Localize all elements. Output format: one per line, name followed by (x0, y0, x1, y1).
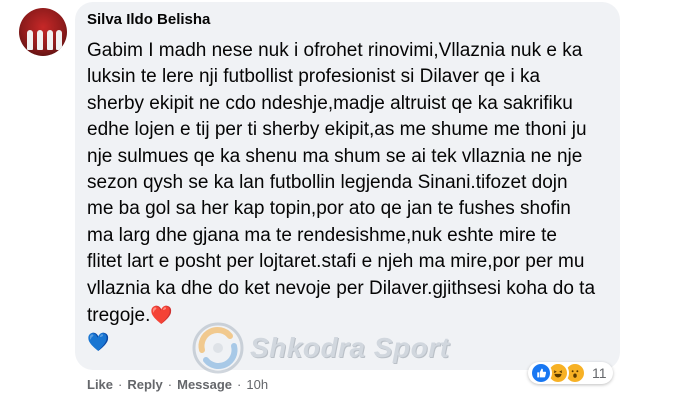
like-link[interactable]: Like (87, 377, 113, 392)
comment-actions: Like · Reply · Message · 10h (87, 377, 268, 392)
avatar[interactable] (19, 8, 67, 56)
comment-timestamp[interactable]: 10h (246, 377, 268, 392)
separator: · (237, 377, 242, 392)
comment-body: Gabim I madh nese nuk i ofrohet rinovimi… (87, 40, 596, 327)
red-heart-emoji: ❤️ (150, 305, 173, 326)
avatar-figure (37, 30, 43, 50)
watermark-text: Shkodra Sport (250, 332, 450, 363)
separator: · (118, 377, 123, 392)
avatar-figure (47, 30, 53, 50)
separator: · (167, 377, 173, 392)
reply-link[interactable]: Reply (127, 377, 162, 392)
blue-heart-emoji: 💙 (87, 332, 110, 353)
message-link[interactable]: Message (177, 377, 232, 392)
avatar-figure (27, 30, 33, 50)
comment-author[interactable]: Silva Ildo Belisha (87, 11, 210, 28)
comment-text: Gabim I madh nese nuk i ofrohet rinovimi… (87, 38, 597, 357)
reaction-summary[interactable]: 11 (528, 362, 613, 384)
watermark-logo-icon (192, 322, 244, 374)
avatar-figure (56, 30, 62, 50)
watermark: Shkodra Sport (190, 320, 449, 376)
reaction-count: 11 (592, 365, 607, 381)
like-icon (530, 362, 552, 384)
